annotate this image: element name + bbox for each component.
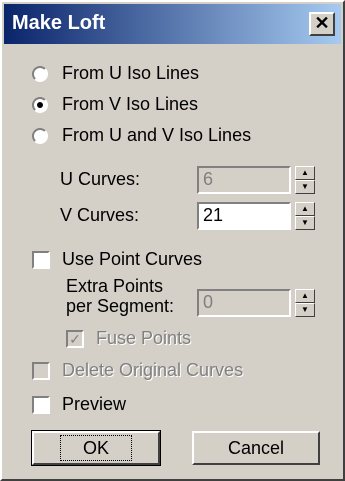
spinner-down-icon[interactable]: ▼ — [295, 216, 315, 230]
check-icon: ✓ — [69, 330, 81, 347]
spinner-up-icon[interactable]: ▲ — [295, 202, 315, 216]
close-icon: ✕ — [314, 13, 330, 33]
extra-points-arrows[interactable]: ▲ ▼ — [295, 289, 315, 317]
extra-points-label-line1: Extra Points — [66, 276, 164, 296]
fuse-points-label: Fuse Points — [96, 328, 192, 348]
checkbox[interactable] — [32, 250, 50, 269]
spinner-down-icon[interactable]: ▼ — [295, 303, 315, 317]
ok-button[interactable]: OK — [31, 430, 161, 466]
extra-points-label-line2: per Segment: — [66, 296, 175, 316]
delete-original-checkbox[interactable]: Delete Original Curves — [32, 360, 243, 381]
extra-points-spinner: 0 ▲ ▼ — [197, 289, 315, 317]
u-curves-arrows[interactable]: ▲ ▼ — [295, 166, 315, 194]
checkbox-disabled[interactable] — [32, 361, 50, 380]
fuse-points-checkbox[interactable]: ✓ Fuse Points — [66, 328, 191, 349]
v-curves-label: V Curves: — [60, 205, 140, 225]
u-curves-label: U Curves: — [60, 169, 141, 189]
title-bar[interactable]: Make Loft ✕ — [4, 4, 341, 44]
v-curves-arrows[interactable]: ▲ ▼ — [295, 202, 315, 230]
radio-from-u[interactable]: From U Iso Lines — [32, 63, 199, 84]
delete-original-label: Delete Original Curves — [62, 360, 244, 380]
spinner-up-icon[interactable]: ▲ — [295, 289, 315, 303]
cancel-button[interactable]: Cancel — [192, 431, 320, 465]
ok-button-label: OK — [59, 435, 132, 461]
v-curves-field[interactable]: 21 — [197, 202, 291, 230]
extra-points-field[interactable]: 0 — [197, 289, 291, 317]
v-curves-spinner: 21 ▲ ▼ — [197, 202, 315, 230]
radio-button-selected[interactable] — [32, 96, 48, 113]
close-button[interactable]: ✕ — [309, 12, 335, 36]
radio-button[interactable] — [32, 65, 48, 82]
cancel-button-label: Cancel — [227, 438, 285, 458]
preview-checkbox[interactable]: Preview — [32, 394, 126, 415]
dialog-title: Make Loft — [12, 12, 106, 34]
u-curves-spinner: 6 ▲ ▼ — [197, 166, 315, 194]
spinner-up-icon[interactable]: ▲ — [295, 166, 315, 180]
make-loft-dialog: Make Loft ✕ From U Iso Lines From V Iso … — [0, 0, 345, 481]
radio-label-from-v: From V Iso Lines — [62, 94, 199, 114]
checkbox[interactable] — [32, 395, 50, 414]
radio-from-v[interactable]: From V Iso Lines — [32, 94, 198, 115]
u-curves-field[interactable]: 6 — [197, 166, 291, 194]
radio-label-from-u: From U Iso Lines — [62, 63, 200, 83]
use-point-curves-label: Use Point Curves — [62, 249, 203, 269]
radio-from-uv[interactable]: From U and V Iso Lines — [32, 125, 251, 146]
radio-label-from-uv: From U and V Iso Lines — [62, 125, 252, 145]
checkbox-checked-disabled[interactable]: ✓ — [66, 329, 84, 348]
radio-button[interactable] — [32, 127, 48, 144]
use-point-curves-checkbox[interactable]: Use Point Curves — [32, 249, 202, 270]
spinner-down-icon[interactable]: ▼ — [295, 180, 315, 194]
preview-label: Preview — [62, 394, 127, 414]
